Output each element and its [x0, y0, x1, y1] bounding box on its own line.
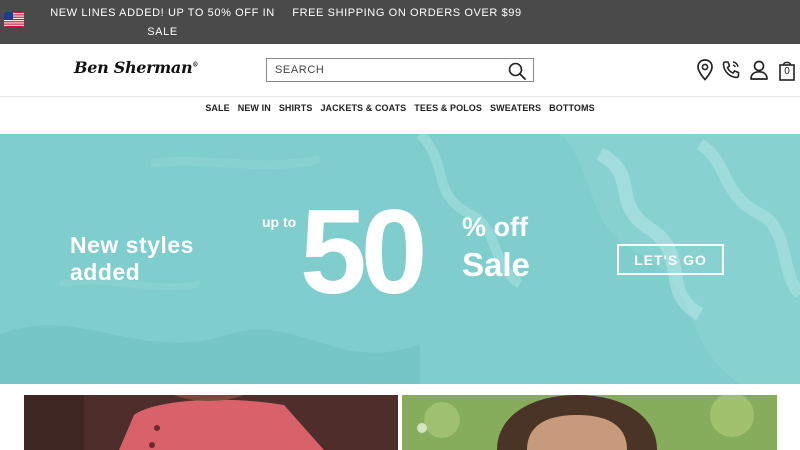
- promo-message-sale[interactable]: NEW LINES ADDED! UP TO 50% OFF IN SALE: [40, 4, 285, 42]
- hero-headline: New styles added: [70, 232, 194, 286]
- phone-icon[interactable]: [720, 58, 742, 82]
- search-input[interactable]: [267, 59, 503, 81]
- hero-headline-line2: added: [70, 259, 141, 285]
- search-box: [266, 58, 534, 82]
- hero-percent-off: % off: [462, 212, 528, 242]
- site-header: Ben Sherman® 0: [0, 44, 800, 97]
- nav-item-jackets-coats[interactable]: JACKETS & COATS: [320, 98, 406, 120]
- brand-logo-text: Ben Sherman: [74, 58, 193, 77]
- bag-count: 0: [784, 66, 790, 77]
- nav-item-shirts[interactable]: SHIRTS: [279, 98, 313, 120]
- hero-sale: Sale: [462, 246, 530, 283]
- hero-up-to: up to: [262, 214, 297, 230]
- nav-item-new-in[interactable]: NEW IN: [238, 98, 271, 120]
- registered-mark: ®: [192, 61, 199, 69]
- search-icon[interactable]: [507, 61, 527, 81]
- promo-bar: NEW LINES ADDED! UP TO 50% OFF IN SALE F…: [0, 0, 800, 44]
- lets-go-button[interactable]: LET'S GO: [617, 244, 724, 275]
- hero-banner[interactable]: New styles added up to 50 % off Sale LET…: [0, 134, 800, 384]
- nav-item-sweaters[interactable]: SWEATERS: [490, 98, 541, 120]
- nav-item-tees-polos[interactable]: TEES & POLOS: [414, 98, 482, 120]
- promo-message-shipping[interactable]: FREE SHIPPING ON ORDERS OVER $99: [282, 4, 532, 23]
- nav-item-sale[interactable]: SALE: [205, 98, 229, 120]
- bag-icon[interactable]: 0: [776, 58, 798, 82]
- product-photo-model-outdoors: [402, 395, 777, 450]
- product-photo-red-shirt: [24, 395, 398, 450]
- hero-headline-line1: New styles: [70, 232, 194, 258]
- product-tile-right[interactable]: [402, 395, 777, 450]
- nav-item-bottoms[interactable]: BOTTOMS: [549, 98, 595, 120]
- store-locator-icon[interactable]: [694, 58, 716, 82]
- account-icon[interactable]: [748, 58, 770, 82]
- main-navigation: SALE NEW IN SHIRTS JACKETS & COATS TEES …: [0, 98, 800, 120]
- us-flag-icon[interactable]: [4, 12, 24, 27]
- product-tile-left[interactable]: [24, 395, 398, 450]
- brand-logo[interactable]: Ben Sherman®: [74, 58, 198, 77]
- hero-big-number: 50: [300, 185, 428, 319]
